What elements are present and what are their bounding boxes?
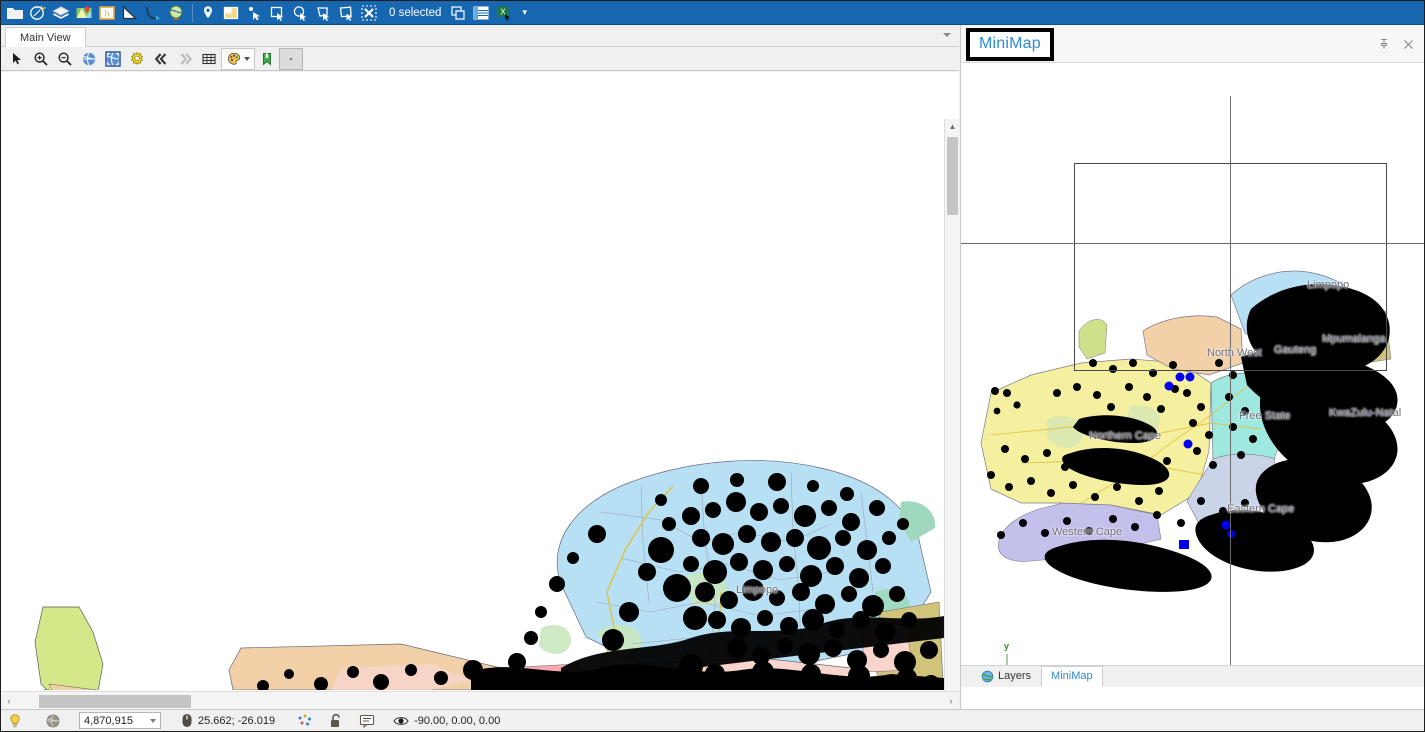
triangle-ruler-icon[interactable]	[119, 2, 141, 24]
mouse-coordinate-readout: 25.662; -26.019	[181, 713, 275, 728]
minimap-axis-label-y: y	[1004, 641, 1010, 651]
axis-label-y: y	[44, 686, 49, 690]
measure-curve-icon[interactable]	[142, 2, 164, 24]
panel-tabbar: Layers MiniMap	[961, 665, 1424, 687]
scroll-up-icon[interactable]: ▲	[945, 119, 959, 134]
tab-main-view[interactable]: Main View	[5, 27, 86, 48]
previous-extent-icon[interactable]	[149, 48, 173, 70]
selection-status-label: 0 selected	[389, 6, 442, 19]
scroll-right-icon[interactable]: ›	[943, 692, 959, 710]
minimap-panel-header: MiniMap	[961, 25, 1424, 63]
view-toolbar	[1, 47, 959, 71]
horizontal-scroll-track[interactable]	[17, 692, 943, 710]
svg-text:b: b	[105, 8, 110, 18]
minimap-crosshair-horizontal	[961, 243, 1424, 244]
open-folder-icon[interactable]	[4, 2, 26, 24]
minimap-panel-body[interactable]: Limpopo Mpumalanga Gauteng North West Kw…	[961, 63, 1424, 687]
copy-selection-icon[interactable]	[447, 2, 469, 24]
light-bulb-icon[interactable]	[7, 713, 23, 729]
map-note-icon[interactable]	[220, 2, 242, 24]
status-bar: 4,870,915 25.662; -26.019 -90.00, 0.00, …	[1, 709, 1424, 731]
close-icon[interactable]	[1400, 36, 1416, 52]
select-lasso-icon[interactable]	[312, 2, 334, 24]
select-circle-icon[interactable]	[289, 2, 311, 24]
zoom-to-selection-icon[interactable]	[101, 48, 125, 70]
snapping-icon[interactable]	[297, 713, 313, 729]
vertical-scroll-thumb[interactable]	[947, 137, 958, 215]
mouse-icon	[181, 713, 193, 728]
toolbar-overflow-button[interactable]	[279, 47, 303, 70]
unlock-icon[interactable]	[329, 713, 343, 729]
export-excel-icon[interactable]: X	[493, 2, 515, 24]
tab-minimap-label: MiniMap	[1051, 670, 1093, 682]
layers-icon[interactable]	[50, 2, 72, 24]
bookmark-icon[interactable]: b	[96, 2, 118, 24]
clear-selection-icon[interactable]	[358, 2, 380, 24]
zoom-in-icon[interactable]	[29, 48, 53, 70]
attribute-table-icon[interactable]	[470, 2, 492, 24]
toolbar-overflow-button[interactable]: ▾	[522, 7, 527, 18]
bookmark-green-icon[interactable]	[255, 48, 279, 70]
map-scale-combo[interactable]: 4,870,915	[79, 712, 161, 729]
camera-rotation-values: -90.00, 0.00, 0.00	[414, 714, 501, 727]
pin-icon[interactable]	[1376, 36, 1392, 52]
select-polygon-icon[interactable]	[335, 2, 357, 24]
minimap-title-highlight: MiniMap	[966, 28, 1054, 61]
globe-gray-icon[interactable]	[45, 713, 61, 729]
main-view-area: Main View Limpopo ▲ ‹ ›	[1, 25, 959, 709]
main-map-graphic	[1, 72, 944, 690]
map-vertical-scrollbar[interactable]: ▲	[944, 119, 959, 709]
scroll-left-icon[interactable]: ‹	[1, 692, 17, 710]
map-canvas-wrapper[interactable]: Northern Cape Limpopo Mpumalanga Gauteng…	[1, 72, 959, 709]
map-horizontal-scrollbar[interactable]: ‹ ›	[1, 691, 959, 709]
select-rectangle-icon[interactable]	[266, 2, 288, 24]
minimap-crosshair-vertical	[1230, 96, 1231, 687]
application-window: b 0 selected X ▾ Main View Limpopo ▲ ‹ ›…	[0, 0, 1425, 732]
horizontal-scroll-thumb[interactable]	[39, 694, 191, 708]
zoom-full-extent-icon[interactable]	[77, 48, 101, 70]
view-tabstrip: Main View	[1, 25, 959, 48]
mouse-coordinates: 25.662; -26.019	[198, 714, 276, 727]
pan-select-arrow-icon[interactable]	[5, 48, 29, 70]
chevron-down-icon[interactable]	[150, 718, 156, 723]
globe-3d-icon[interactable]	[165, 2, 187, 24]
main-toolbar: b 0 selected X ▾	[1, 1, 1424, 25]
globe-icon	[981, 670, 994, 683]
tab-minimap[interactable]: MiniMap	[1041, 666, 1103, 687]
identify-pin-icon[interactable]	[197, 2, 219, 24]
view-settings-gear-icon[interactable]	[125, 48, 149, 70]
eye-icon	[393, 715, 409, 727]
globe-compass-icon[interactable]	[27, 2, 49, 24]
zoom-out-icon[interactable]	[53, 48, 77, 70]
map-scale-value: 4,870,915	[84, 714, 133, 727]
minimap-panel: MiniMap Limpopo Mpumalanga Gauteng North…	[960, 25, 1424, 709]
main-map-canvas[interactable]: Northern Cape Limpopo Mpumalanga Gauteng…	[1, 72, 944, 690]
message-icon[interactable]	[359, 714, 375, 728]
chevron-down-icon[interactable]	[943, 33, 951, 37]
symbology-palette-icon[interactable]	[221, 47, 255, 70]
minimap-panel-title: MiniMap	[979, 35, 1041, 52]
grid-icon[interactable]	[197, 48, 221, 70]
toolbar-separator-1	[192, 3, 193, 22]
next-extent-icon[interactable]	[173, 48, 197, 70]
map-pin-icon[interactable]	[73, 2, 95, 24]
select-point-icon[interactable]	[243, 2, 265, 24]
tab-layers-label: Layers	[998, 670, 1032, 682]
tab-layers[interactable]: Layers	[971, 666, 1041, 687]
camera-rotation-readout: -90.00, 0.00, 0.00	[393, 715, 500, 727]
